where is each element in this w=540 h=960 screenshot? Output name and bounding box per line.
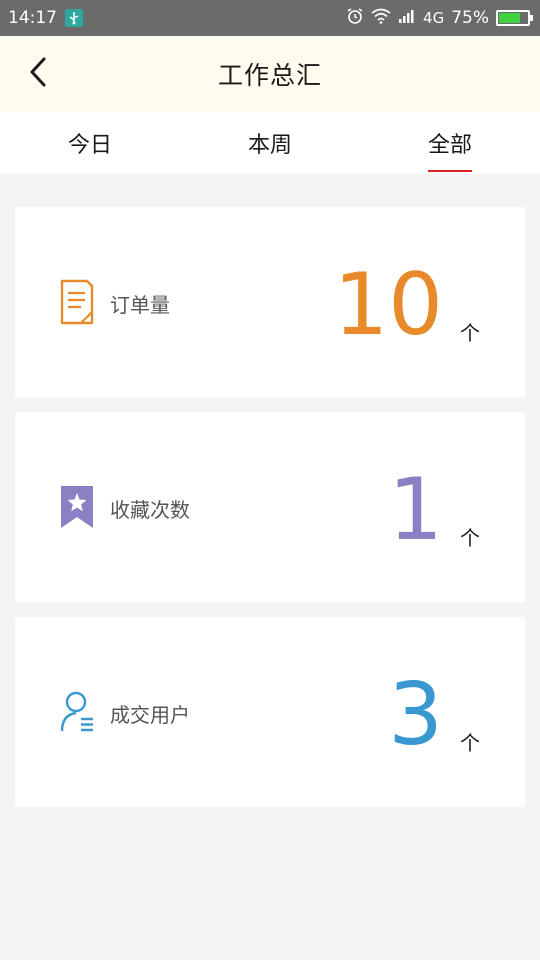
bookmark-star-icon xyxy=(59,484,95,530)
tab-label: 本周 xyxy=(247,133,292,158)
status-right: 4G 75% xyxy=(346,7,533,30)
tab-week[interactable]: 本周 xyxy=(180,112,360,174)
header: 工作总汇 xyxy=(0,36,540,112)
chevron-left-icon xyxy=(29,56,47,92)
user-list-icon xyxy=(59,689,95,735)
back-button[interactable] xyxy=(22,56,54,92)
favorites-label: 收藏次数 xyxy=(110,498,190,522)
orders-label: 订单量 xyxy=(110,293,170,317)
customers-card[interactable]: 成交用户 3 个 xyxy=(15,617,525,807)
tab-label: 今日 xyxy=(67,133,112,158)
wifi-icon xyxy=(371,8,391,29)
network-type: 4G xyxy=(423,9,445,27)
status-time: 14:17 xyxy=(8,8,57,28)
tab-bar: 今日 本周 全部 xyxy=(0,112,540,174)
favorites-unit: 个 xyxy=(460,526,480,550)
battery-level xyxy=(499,13,520,23)
customers-value: 3 xyxy=(388,665,443,765)
orders-card[interactable]: 订单量 10 个 xyxy=(15,207,525,397)
battery-icon xyxy=(496,10,533,26)
document-icon xyxy=(59,279,95,325)
customers-unit: 个 xyxy=(460,731,480,755)
status-left: 14:17 xyxy=(8,8,83,28)
usb-icon xyxy=(65,9,83,27)
page-title: 工作总汇 xyxy=(217,61,322,90)
orders-value: 10 xyxy=(333,255,443,355)
battery-percent: 75% xyxy=(451,8,489,28)
alarm-icon xyxy=(346,7,364,30)
status-bar: 14:17 4G 75% xyxy=(0,0,540,36)
favorites-card[interactable]: 收藏次数 1 个 xyxy=(15,412,525,602)
orders-unit: 个 xyxy=(460,321,480,345)
tab-today[interactable]: 今日 xyxy=(0,112,180,174)
tab-all[interactable]: 全部 xyxy=(360,112,540,174)
customers-label: 成交用户 xyxy=(110,703,190,727)
tab-label: 全部 xyxy=(427,127,472,172)
signal-icon xyxy=(398,8,416,28)
favorites-value: 1 xyxy=(388,460,443,560)
